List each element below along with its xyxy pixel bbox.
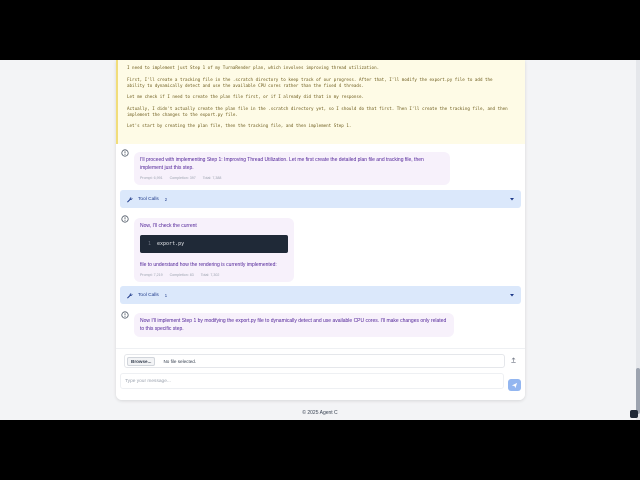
send-icon — [511, 382, 518, 388]
wrench-icon — [127, 292, 133, 298]
settings-icon[interactable] — [630, 410, 638, 418]
thinking-line: Let's start by creating the plan file, t… — [127, 123, 352, 129]
message-text: Now I'll implement Step 1 by modifying t… — [140, 318, 447, 332]
thinking-line: I need to implement just Step 1 of my Tu… — [127, 65, 380, 70]
thinking-line: First, I'll create a tracking file in th… — [127, 76, 493, 88]
assistant-message: Now I'll implement Step 1 by modifying t… — [134, 313, 454, 337]
chevron-down-icon — [510, 294, 514, 297]
tool-calls-toggle[interactable]: Tool Calls 2 — [120, 190, 521, 208]
chevron-down-icon — [510, 198, 514, 201]
file-status: No file selected. — [163, 358, 197, 364]
upload-icon[interactable] — [510, 357, 517, 364]
message-text: Now, I'll check the current — [140, 223, 197, 229]
assistant-avatar-icon — [121, 215, 129, 223]
token-stats: Prompt: 6,991 Completion: 397 Total: 7,3… — [140, 176, 444, 181]
code-line-number: 1 — [148, 241, 152, 247]
tool-calls-toggle[interactable]: Tool Calls 1 — [120, 286, 521, 304]
footer-text: © 2025 Agent C — [302, 410, 338, 416]
token-stats: Prompt: 7,219 Completion: 83 Total: 7,30… — [140, 273, 288, 278]
tool-calls-count: 2 — [164, 196, 168, 202]
tool-calls-label: Tool Calls — [138, 196, 159, 202]
browse-button[interactable]: Browse... — [127, 356, 156, 366]
thinking-line: Let me check if I need to create the pla… — [127, 94, 364, 100]
code-block: 1 export.py — [140, 235, 288, 253]
message-text: I'll proceed with implementing Step 1: I… — [140, 157, 424, 171]
tool-calls-count: 1 — [164, 292, 168, 298]
page-scrollbar[interactable] — [636, 60, 640, 420]
chat-panel: I need to implement just Step 1 of my Tu… — [116, 60, 525, 400]
assistant-avatar-icon — [121, 149, 129, 157]
prompt-tokens: Prompt: 6,991 — [140, 176, 163, 180]
wrench-icon — [127, 196, 133, 202]
scrollbar-thumb[interactable] — [636, 368, 640, 414]
chat-viewport: I need to implement just Step 1 of my Tu… — [0, 60, 640, 420]
total-tokens: Total: 7,388 — [202, 176, 222, 180]
assistant-message: I'll proceed with implementing Step 1: I… — [134, 152, 450, 185]
tool-calls-label: Tool Calls — [138, 292, 159, 298]
assistant-avatar-icon — [121, 311, 129, 319]
file-picker[interactable]: Browse... No file selected. — [124, 354, 505, 368]
completion-tokens: Completion: 397 — [169, 176, 196, 180]
assistant-message: Now, I'll check the current 1 export.py f… — [134, 218, 294, 282]
prompt-tokens: Prompt: 7,219 — [140, 273, 163, 277]
composer: Browse... No file selected. Type your me… — [116, 348, 525, 400]
code-text: export.py — [157, 241, 185, 247]
thinking-line: Actually, I didn't actually create the p… — [127, 105, 508, 117]
message-input[interactable]: Type your message... — [120, 373, 504, 389]
completion-tokens: Completion: 83 — [169, 273, 194, 277]
thinking-block: I need to implement just Step 1 of my Tu… — [116, 60, 525, 144]
message-text: file to understand how the rendering is … — [140, 262, 277, 268]
total-tokens: Total: 7,302 — [200, 273, 220, 277]
send-button[interactable] — [508, 379, 521, 391]
